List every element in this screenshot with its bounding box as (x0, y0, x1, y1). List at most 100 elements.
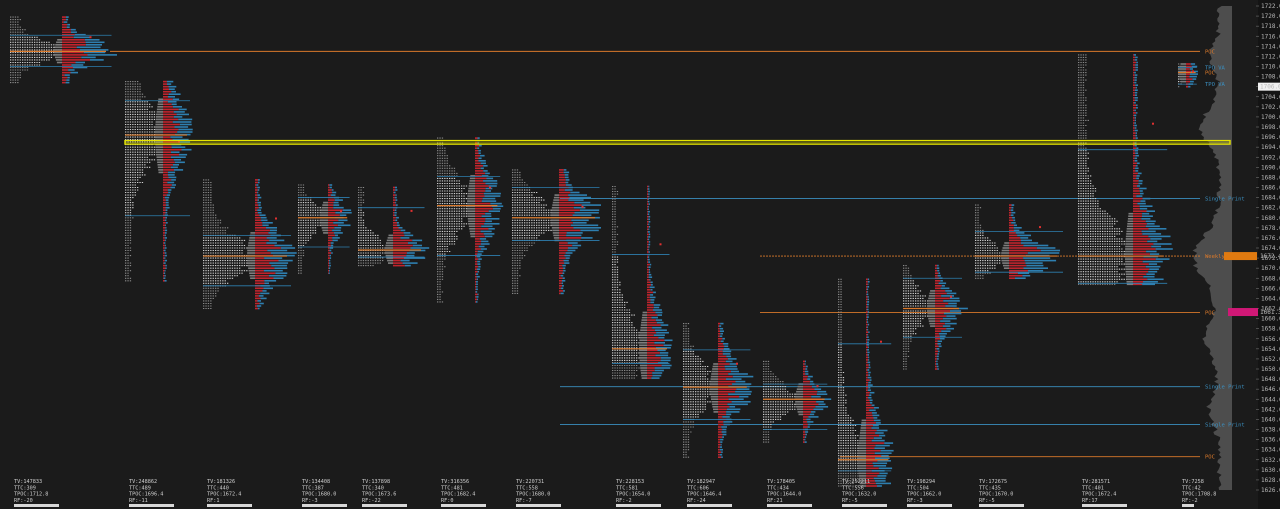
sell-volume-bar (803, 370, 805, 373)
delta-bar (1125, 250, 1133, 253)
buy-volume-bar (807, 426, 810, 428)
session-13-scroll-handle[interactable] (979, 504, 1024, 507)
market-profile-chart[interactable]: POCWeekly VPOCPOCSingle PrintSingle Prin… (0, 0, 1280, 509)
sell-volume-bar (935, 269, 938, 272)
delta-bar (385, 252, 393, 254)
sell-volume-bar (559, 234, 567, 237)
session-7-scroll-handle[interactable] (516, 504, 561, 507)
sell-volume-bar (1009, 229, 1014, 232)
session-15-scroll-handle[interactable] (1182, 504, 1194, 507)
sell-volume-bar (328, 204, 334, 206)
buy-volume-bar (660, 357, 671, 359)
sell-volume-bar (163, 206, 166, 209)
session-6-scroll-handle[interactable] (441, 504, 486, 507)
buy-volume-bar (166, 80, 174, 83)
delta-bar (552, 201, 559, 204)
buy-volume-bar (942, 325, 951, 327)
sell-volume-bar (163, 267, 166, 269)
buy-volume-bar (404, 257, 426, 259)
session-11-scroll-handle[interactable] (842, 504, 887, 507)
sell-volume-bar (1009, 227, 1014, 229)
sell-volume-bar (163, 88, 169, 90)
buy-volume-bar (1135, 154, 1139, 157)
price-tick-label: 1696.0 (1261, 134, 1280, 141)
session-3-scroll-handle[interactable] (207, 504, 252, 507)
session-14-scroll-handle[interactable] (1082, 504, 1127, 507)
session-9-scroll-handle[interactable] (687, 504, 732, 507)
buy-volume-bar (722, 350, 732, 353)
session-15-tpoc: TPOC:1708.8 (1182, 492, 1216, 498)
sell-volume-bar (475, 288, 476, 291)
buy-volume-bar (1135, 99, 1138, 102)
sell-volume-bar (647, 218, 649, 221)
sell-volume-bar (866, 379, 870, 381)
session-5-scroll-handle[interactable] (362, 504, 407, 507)
buy-volume-bar (1155, 248, 1173, 250)
session-1-scroll-handle[interactable] (14, 504, 59, 507)
sell-volume-bar (718, 426, 722, 428)
buy-volume-bar (648, 238, 650, 241)
buy-volume-bar (565, 257, 570, 259)
sell-volume-bar (475, 255, 477, 258)
sell-volume-bar (62, 18, 66, 21)
sell-volume-bar (393, 237, 401, 239)
buy-volume-bar (562, 277, 565, 279)
sell-volume-bar (866, 376, 868, 379)
session-2-scroll-handle[interactable] (129, 504, 174, 507)
delta-bar (551, 227, 559, 229)
buy-volume-bar (477, 293, 479, 296)
sell-volume-bar (475, 195, 485, 197)
delta-bar (320, 214, 328, 216)
sell-volume-bar (1133, 54, 1134, 56)
sell-volume-bar (255, 272, 276, 274)
buy-volume-bar (485, 172, 490, 175)
buy-volume-bar (648, 215, 651, 218)
delta-bar (859, 434, 866, 437)
buy-volume-bar (867, 278, 870, 281)
sell-volume-bar (328, 219, 339, 222)
sell-volume-bar (647, 215, 649, 218)
delta-bar (155, 146, 163, 148)
sell-volume-bar (475, 225, 482, 228)
buy-volume-bar (1135, 134, 1138, 137)
delta-bar (551, 214, 559, 216)
buy-volume-bar (816, 401, 824, 403)
buy-volume-bar (167, 174, 175, 176)
buy-volume-bar (329, 262, 331, 264)
buy-volume-bar (174, 161, 185, 164)
buy-volume-bar (168, 85, 177, 88)
session-5-tpoc: TPOC:1673.6 (362, 492, 396, 498)
session-10-scroll-handle[interactable] (767, 504, 812, 507)
sell-volume-bar (328, 244, 331, 247)
sell-volume-bar (163, 159, 174, 161)
sell-volume-bar (163, 151, 171, 153)
session-4-scroll-handle[interactable] (302, 504, 347, 507)
sell-volume-bar (328, 199, 335, 201)
buy-volume-bar (647, 198, 649, 200)
buy-volume-bar (1135, 66, 1138, 69)
delta-bar (928, 320, 935, 322)
sell-volume-bar (1009, 239, 1021, 242)
sell-volume-bar (475, 273, 477, 275)
sell-volume-bar (647, 369, 655, 372)
sell-volume-bar (163, 259, 165, 262)
sell-volume-bar (328, 272, 329, 274)
buy-volume-bar (266, 237, 277, 239)
delta-bar (156, 113, 163, 116)
sell-volume-bar (647, 258, 648, 261)
buy-volume-bar (256, 184, 259, 186)
buy-volume-bar (479, 144, 482, 147)
sell-volume-bar (647, 198, 648, 200)
buy-volume-bar (1028, 269, 1044, 272)
sell-volume-bar (1133, 182, 1139, 185)
delta-bar (469, 228, 475, 230)
delta-bar (796, 406, 803, 408)
sell-volume-bar (163, 247, 165, 249)
sell-volume-bar (935, 317, 943, 320)
buy-volume-bar (938, 350, 940, 353)
buy-volume-bar (329, 264, 331, 267)
session-12-scroll-handle[interactable] (907, 504, 952, 507)
buy-volume-bar (807, 375, 813, 378)
session-8-scroll-handle[interactable] (616, 504, 661, 507)
buy-volume-bar (172, 98, 180, 101)
